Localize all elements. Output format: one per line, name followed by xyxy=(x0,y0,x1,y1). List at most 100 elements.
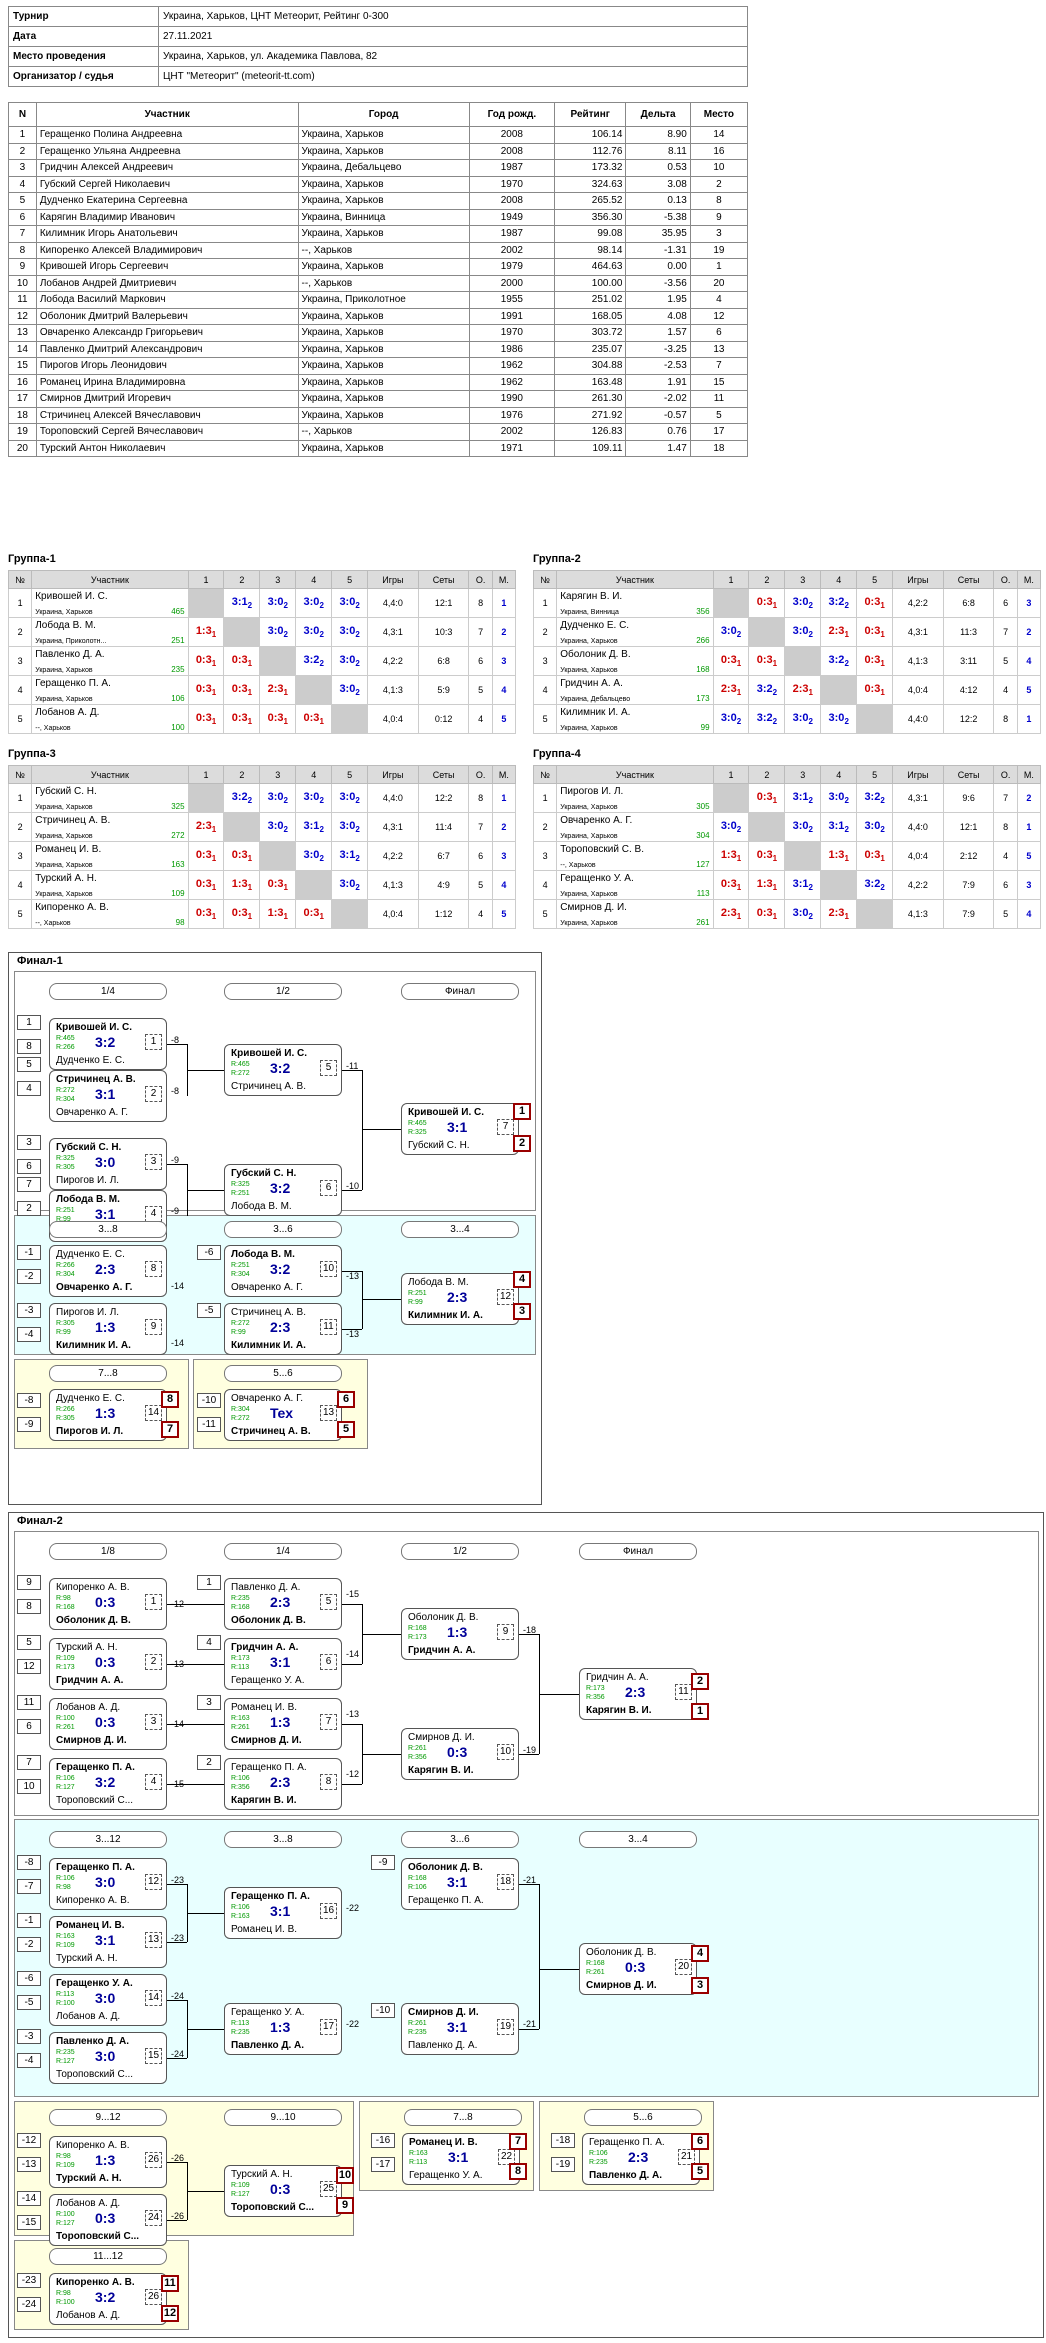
round-caption: 11...12 xyxy=(49,2248,167,2265)
sets-cell: 9:6 xyxy=(942,783,995,813)
sets-cell: 11:3 xyxy=(942,617,995,647)
participant-rating: 109 xyxy=(171,889,185,898)
column-header: О. xyxy=(468,570,493,589)
player-b: Карягин В. И. xyxy=(586,1705,652,1716)
seed-box: -13 xyxy=(17,2157,41,2172)
table-cell: 303.72 xyxy=(554,324,627,342)
participant-city: Украина, Харьков xyxy=(560,833,618,840)
round-caption: 1/2 xyxy=(401,1543,519,1560)
table-cell: Романец Ирина Владимировна xyxy=(35,373,299,391)
seed-box: -10 xyxy=(371,2003,395,2018)
loser-ref: -8 xyxy=(171,1035,180,1045)
table-cell: 2000 xyxy=(468,274,556,292)
seed-box: 10 xyxy=(17,1779,41,1794)
result-cell: 3:12 xyxy=(223,588,261,618)
table-row: 2 Геращенко Ульяна Андреевна Украина, Харь… xyxy=(8,142,749,160)
table-cell: Украина, Харьков xyxy=(297,340,470,358)
column-header: Игры xyxy=(367,765,419,784)
participant-city: Украина, Харьков xyxy=(560,725,618,732)
player-b: Геращенко У. А. xyxy=(231,1675,305,1686)
round-caption: 3...8 xyxy=(49,1221,167,1238)
match-score: 3:2 xyxy=(270,1180,291,1196)
result-points: 1 xyxy=(772,796,778,806)
table-cell: -5.38 xyxy=(625,208,691,226)
table-cell: Дудченко Екатерина Сергеевна xyxy=(35,192,299,210)
seed-box: -7 xyxy=(17,1879,41,1894)
seed-box: 4 xyxy=(17,1081,41,1096)
table-cell: 2 xyxy=(8,142,37,160)
result-cell: 3:02 xyxy=(259,588,297,618)
place-box: 9 xyxy=(336,2197,354,2214)
rating-a: R:304 xyxy=(231,1406,250,1413)
participant-city: Украина, Дебальцево xyxy=(560,696,631,703)
player-a: Кривошей И. С. xyxy=(408,1107,485,1118)
group-header-row: № Участник 1 2 3 4 5 Игры Сеты О. М. xyxy=(7,570,517,589)
match-score: 0:3 xyxy=(447,1744,468,1760)
result-points: 1 xyxy=(283,883,288,893)
loser-ref: -19 xyxy=(523,1745,537,1755)
player-a: Геращенко П. А. xyxy=(56,1862,135,1873)
column-header: Сеты xyxy=(417,570,470,589)
participant-name: Романец И. В. xyxy=(35,844,102,855)
table-cell: Смирнов Дмитрий Игоревич xyxy=(35,390,299,408)
table-cell: 1987 xyxy=(468,225,556,243)
match-score: 0:3 xyxy=(95,1714,116,1730)
player-a: Романец И. В. xyxy=(409,2137,478,2148)
info-value: 27.11.2021 xyxy=(158,26,748,47)
player-b: Смирнов Д. И. xyxy=(56,1735,127,1746)
participant-cell: Карягин В. И. Украина, Винница 356 xyxy=(556,588,714,618)
row-number: 1 xyxy=(7,783,33,813)
result-points: 1 xyxy=(247,912,253,922)
result-points: 1 xyxy=(211,659,217,669)
table-cell: 12 xyxy=(689,307,749,325)
player-a: Романец И. В. xyxy=(56,1920,125,1931)
match-score: 3:1 xyxy=(448,2149,469,2165)
result-cell: 3:02 xyxy=(331,812,369,842)
rating-b: R:266 xyxy=(56,1044,75,1051)
rating-a: R:106 xyxy=(589,2150,608,2157)
result-points: 1 xyxy=(247,717,253,727)
participant-rating: 266 xyxy=(696,636,710,645)
result-points: 2 xyxy=(247,601,253,611)
seed-box: 2 xyxy=(17,1201,41,1216)
player-a: Геращенко П. А. xyxy=(231,1762,307,1773)
column-header: № xyxy=(532,765,558,784)
result-points: 1 xyxy=(880,659,885,669)
match-box: Лобода В. М. R:251 R:304 3:2 10 Овчаренко А. … xyxy=(224,1245,342,1297)
seed-box: -2 xyxy=(17,1937,41,1952)
rating-b: R:251 xyxy=(231,1190,250,1197)
result-cell: 3:02 xyxy=(331,675,369,705)
rating-b: R:261 xyxy=(231,1724,250,1731)
points-cell: 6 xyxy=(468,841,493,871)
match-box: Геращенко П. А. R:106 R:356 2:3 8 Карягин В. … xyxy=(224,1758,342,1810)
points-cell: 6 xyxy=(993,870,1018,900)
match-box: Дудченко Е. С. R:266 R:304 2:3 8 Овчаренко А.… xyxy=(49,1245,167,1297)
info-label: Место проведения xyxy=(8,46,159,67)
result-cell: 3:02 xyxy=(820,704,858,734)
match-score: 0:3 xyxy=(95,1594,116,1610)
table-cell: 112.76 xyxy=(554,142,627,160)
seed-box: 5 xyxy=(17,1057,41,1072)
match-score: 2:3 xyxy=(270,1594,291,1610)
participant-city: Украина, Харьков xyxy=(560,667,618,674)
match-number: 13 xyxy=(320,1405,337,1421)
participant-rating: 98 xyxy=(175,918,185,927)
player-a: Лобода В. М. xyxy=(408,1277,469,1288)
result-cell: 2:31 xyxy=(712,675,750,705)
player-a: Дудченко Е. С. xyxy=(56,1393,125,1404)
match-score: 3:1 xyxy=(95,1206,116,1222)
sets-cell: 3:11 xyxy=(942,646,995,676)
place-cell: 2 xyxy=(1016,617,1042,647)
round-caption: 1/8 xyxy=(49,1543,167,1560)
match-box: Геращенко У. А. R:113 R:100 3:0 14 Лобанов А.… xyxy=(49,1974,167,2026)
match-number: 2 xyxy=(145,1654,162,1670)
match-box: Кривошей И. С. R:465 R:272 3:2 5 Стричинец А.… xyxy=(224,1044,342,1096)
round-caption: 3...8 xyxy=(224,1831,342,1848)
rating-b: R:127 xyxy=(231,2191,250,2198)
connector-line xyxy=(519,1884,539,1885)
table-cell: 14 xyxy=(8,340,37,358)
rating-b: R:173 xyxy=(408,1634,427,1641)
row-number: 5 xyxy=(532,899,558,929)
rating-b: R:113 xyxy=(409,2159,428,2166)
rating-a: R:106 xyxy=(56,1875,75,1882)
